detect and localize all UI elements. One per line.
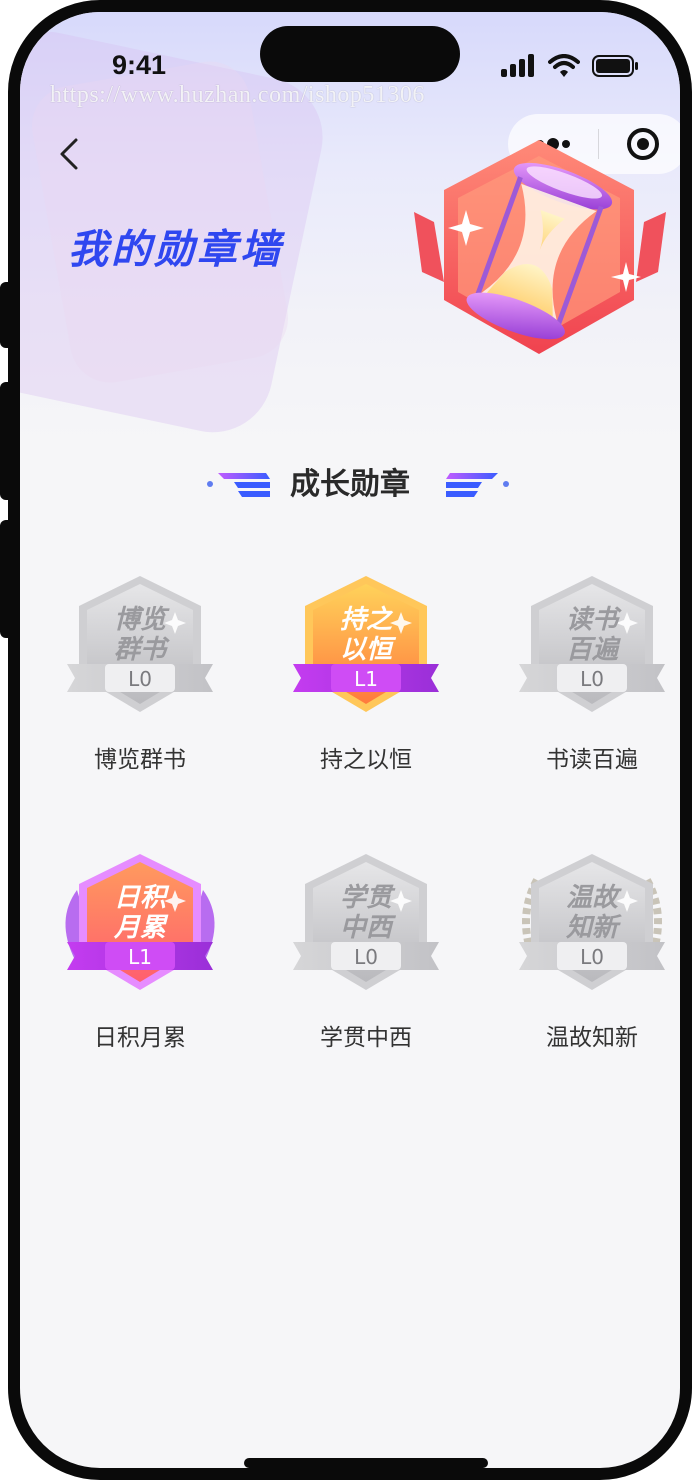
phone-frame: 9:41 https://www.huzhan.com/ishop51306 我… bbox=[8, 0, 692, 1480]
battery-icon bbox=[592, 55, 638, 77]
section-title: 成长勋章 bbox=[290, 467, 410, 502]
cellular-signal-icon bbox=[501, 54, 534, 77]
screen: 9:41 https://www.huzhan.com/ishop51306 我… bbox=[20, 12, 680, 1468]
badge-item[interactable]: 温故 知新 L0 温故知新 bbox=[492, 850, 680, 1070]
badge-face-text: 持之 bbox=[340, 605, 394, 635]
badge-level: L1 bbox=[354, 667, 378, 691]
badge-face-text: 以恒 bbox=[340, 635, 397, 665]
badge-icon: 博览群书L0 bbox=[67, 576, 213, 712]
badge-name: 温故知新 bbox=[546, 1025, 638, 1051]
badge-item[interactable]: 读书 百遍 L0 书读百遍 bbox=[492, 572, 680, 792]
badge-face-text: 日积 bbox=[114, 883, 170, 913]
badge-face-text: 中西 bbox=[340, 913, 397, 943]
badge-name: 书读百遍 bbox=[546, 747, 638, 773]
badge-item[interactable]: 日积 月累 L1 日积月累 bbox=[40, 850, 240, 1070]
badge-face-text: 月累 bbox=[113, 913, 169, 943]
badge-name: 日积月累 bbox=[94, 1025, 186, 1051]
hourglass-hero-badge bbox=[414, 140, 666, 354]
back-button[interactable] bbox=[50, 134, 90, 174]
badge-item[interactable]: 学贯 中西 L0 学贯中西 bbox=[266, 850, 466, 1070]
badge-level: L0 bbox=[580, 667, 604, 691]
home-indicator bbox=[244, 1458, 488, 1468]
page-title: 我的勋章墙 bbox=[68, 227, 283, 273]
badge-icon: 日积月累L1 bbox=[65, 854, 215, 990]
badge-level: L0 bbox=[580, 945, 604, 969]
status-icons bbox=[500, 54, 640, 78]
badge-name: 持之以恒 bbox=[320, 747, 412, 773]
side-button-volume-down bbox=[0, 520, 12, 638]
badge-item[interactable]: 持之 以恒 L1 持之以恒 bbox=[266, 572, 466, 792]
badge-face-text: 温故 bbox=[566, 883, 622, 913]
badge-level: L1 bbox=[128, 945, 152, 969]
badge-face-text: 百遍 bbox=[566, 635, 621, 665]
badge-face-text: 博览 bbox=[114, 605, 170, 635]
chevron-left-icon bbox=[60, 138, 78, 170]
badge-level: L0 bbox=[128, 667, 152, 691]
dynamic-island bbox=[260, 26, 460, 82]
badge-item[interactable]: 博览 群书 L0 博览群书 bbox=[40, 572, 240, 792]
badge-level: L0 bbox=[354, 945, 378, 969]
badge-icon: 温故知新L0 bbox=[519, 854, 665, 990]
badge-icon: 学贯中西L0 bbox=[293, 854, 439, 990]
badge-name: 博览群书 bbox=[94, 747, 186, 773]
badge-name: 学贯中西 bbox=[320, 1025, 412, 1051]
badge-face-text: 知新 bbox=[565, 913, 622, 943]
wifi-icon bbox=[548, 54, 580, 77]
badge-face-text: 读书 bbox=[566, 605, 622, 635]
badge-icon: 读书百遍L0 bbox=[519, 576, 665, 712]
badge-icon: 持之以恒L1 bbox=[293, 576, 439, 712]
watermark-text: https://www.huzhan.com/ishop51306 bbox=[50, 82, 425, 108]
side-button-silent bbox=[0, 282, 12, 348]
badge-face-text: 学贯 bbox=[340, 883, 396, 913]
status-time: 9:41 bbox=[112, 50, 167, 80]
side-button-volume-up bbox=[0, 382, 12, 500]
section-header: 成长勋章 bbox=[20, 462, 680, 508]
badge-face-text: 群书 bbox=[114, 635, 170, 665]
